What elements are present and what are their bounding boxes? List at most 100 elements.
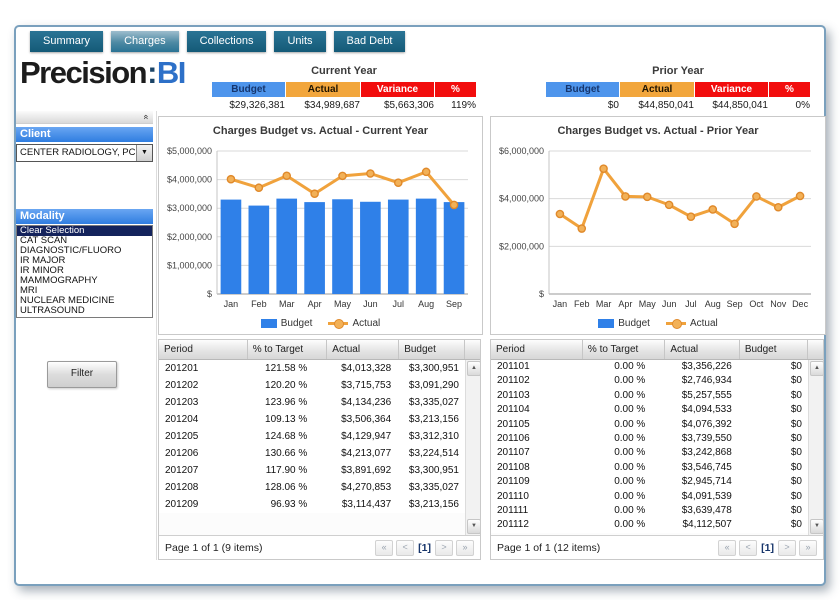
kpi-header-actual: Actual (620, 82, 694, 97)
client-section-header: Client (16, 127, 153, 142)
cell-budget: $3,091,290 (399, 377, 465, 394)
kpi-value-pct: 0% (769, 97, 810, 111)
tab-collections[interactable]: Collections (187, 31, 267, 52)
budget-bar (416, 199, 437, 294)
pager-last-button[interactable]: » (799, 540, 817, 556)
legend-label: Budget (618, 318, 650, 329)
column-header-pct-to-target[interactable]: % to Target (583, 340, 665, 359)
x-tick-label: Aug (418, 299, 434, 309)
table-row[interactable]: 2011070.00 %$3,242,868$0 (491, 446, 808, 460)
pager-next-button[interactable]: > (778, 540, 796, 556)
scroll-up-icon[interactable]: ▲ (810, 361, 823, 376)
table-row[interactable]: 2011050.00 %$4,076,392$0 (491, 418, 808, 432)
column-header-period[interactable]: Period (159, 340, 248, 359)
pager-current-page[interactable]: [1] (760, 542, 775, 554)
x-tick-label: Aug (705, 299, 721, 309)
budget-bar (304, 202, 325, 294)
cell-actual: $4,013,328 (327, 360, 399, 377)
tab-summary[interactable]: Summary (30, 31, 103, 52)
table-header-row: Period% to TargetActualBudget (159, 340, 480, 360)
y-tick-label: $1,000,000 (167, 260, 212, 270)
table-row[interactable]: 2011060.00 %$3,739,550$0 (491, 432, 808, 446)
table-body: 2011010.00 %$3,356,226$02011020.00 %$2,7… (491, 360, 823, 535)
cell-budget: $0 (740, 446, 808, 460)
scroll-up-icon[interactable]: ▲ (467, 361, 480, 376)
tab-bad-debt[interactable]: Bad Debt (334, 31, 406, 52)
kpi-value-row: $0$44,850,041$44,850,0410% (546, 97, 810, 111)
pager-prev-button[interactable]: < (396, 540, 414, 556)
table-row[interactable]: 201205124.68 %$4,129,947$3,312,310 (159, 428, 465, 445)
table-row[interactable]: 201202120.20 %$3,715,753$3,091,290 (159, 377, 465, 394)
scroll-down-icon[interactable]: ▼ (467, 519, 480, 534)
x-tick-label: Oct (749, 299, 764, 309)
table-row[interactable]: 2011010.00 %$3,356,226$0 (491, 360, 808, 374)
pager-current-page[interactable]: [1] (417, 542, 432, 554)
client-combobox[interactable]: CENTER RADIOLOGY, PC ▼ (16, 144, 153, 162)
table-row[interactable]: 2011080.00 %$3,546,745$0 (491, 461, 808, 475)
table-row[interactable]: 2011020.00 %$2,746,934$0 (491, 374, 808, 388)
x-tick-label: Jul (393, 299, 405, 309)
filter-button[interactable]: Filter (47, 361, 117, 388)
x-tick-label: Apr (308, 299, 322, 309)
cell-period: 201102 (491, 374, 583, 388)
cell-actual: $4,094,533 (665, 403, 739, 417)
column-header-period[interactable]: Period (491, 340, 583, 359)
column-header-budget[interactable]: Budget (399, 340, 465, 359)
modality-option-ultrasound[interactable]: ULTRASOUND (17, 306, 152, 316)
table-row[interactable]: 2011090.00 %$2,945,714$0 (491, 475, 808, 489)
dropdown-arrow-icon[interactable]: ▼ (136, 145, 152, 161)
cell-period: 201101 (491, 360, 583, 374)
column-header-budget[interactable]: Budget (740, 340, 808, 359)
vertical-scrollbar[interactable]: ▲ ▼ (808, 360, 823, 535)
table-row[interactable]: 2011110.00 %$3,639,478$0 (491, 504, 808, 518)
app-window: Summary Charges Collections Units Bad Debt P… (14, 25, 826, 586)
table-row[interactable]: 201203123.96 %$4,134,236$3,335,027 (159, 394, 465, 411)
x-tick-label: Nov (770, 299, 787, 309)
table-row[interactable]: 20120996.93 %$3,114,437$3,213,156 (159, 496, 465, 513)
kpi-value-actual: $44,850,041 (620, 97, 694, 111)
current-year-chart-panel: $$1,000,000$2,000,000$3,000,000$4,000,00… (158, 116, 483, 335)
cell-pct-to-target: 130.66 % (248, 445, 328, 462)
kpi-header-row: BudgetActualVariance% (212, 82, 476, 97)
budget-bar (221, 200, 242, 294)
table-row[interactable]: 2011120.00 %$4,112,507$0 (491, 518, 808, 532)
pager-first-button[interactable]: « (718, 540, 736, 556)
x-axis-labels: JanFebMarAprMayJunJulAugSep (224, 299, 462, 309)
legend-budget-swatch (598, 319, 614, 328)
x-tick-label: Jan (224, 299, 239, 309)
collapse-sidebar-icon[interactable]: « (141, 114, 151, 119)
actual-point (556, 210, 563, 217)
pager-first-button[interactable]: « (375, 540, 393, 556)
legend-budget-swatch (261, 319, 277, 328)
table-row[interactable]: 201204109.13 %$3,506,364$3,213,156 (159, 411, 465, 428)
cell-budget: $3,335,027 (399, 479, 465, 496)
scroll-down-icon[interactable]: ▼ (810, 519, 823, 534)
actual-point (665, 201, 672, 208)
cell-pct-to-target: 120.20 % (248, 377, 328, 394)
pager-next-button[interactable]: > (435, 540, 453, 556)
actual-point (709, 206, 716, 213)
cell-period: 201206 (159, 445, 248, 462)
tab-charges[interactable]: Charges (111, 31, 179, 52)
pager-prev-button[interactable]: < (739, 540, 757, 556)
table-row[interactable]: 201207117.90 %$3,891,692$3,300,951 (159, 462, 465, 479)
modality-option-mammography[interactable]: MAMMOGRAPHY (17, 276, 152, 286)
actual-point (423, 168, 430, 175)
column-header-actual[interactable]: Actual (665, 340, 739, 359)
cell-actual: $3,739,550 (665, 432, 739, 446)
table-row[interactable]: 2011030.00 %$5,257,555$0 (491, 389, 808, 403)
table-row[interactable]: 201206130.66 %$4,213,077$3,224,514 (159, 445, 465, 462)
table-row[interactable]: 2011100.00 %$4,091,539$0 (491, 490, 808, 504)
table-row[interactable]: 201208128.06 %$4,270,853$3,335,027 (159, 479, 465, 496)
budget-bar (276, 199, 297, 294)
table-row[interactable]: 2011040.00 %$4,094,533$0 (491, 403, 808, 417)
tab-units[interactable]: Units (274, 31, 325, 52)
kpi-value-budget: $29,326,381 (212, 97, 285, 111)
pager-last-button[interactable]: » (456, 540, 474, 556)
y-tick-label: $3,000,000 (167, 203, 212, 213)
vertical-scrollbar[interactable]: ▲ ▼ (465, 360, 480, 535)
column-header-pct-to-target[interactable]: % to Target (248, 340, 328, 359)
actual-point (450, 201, 457, 208)
table-row[interactable]: 201201121.58 %$4,013,328$3,300,951 (159, 360, 465, 377)
column-header-actual[interactable]: Actual (327, 340, 399, 359)
